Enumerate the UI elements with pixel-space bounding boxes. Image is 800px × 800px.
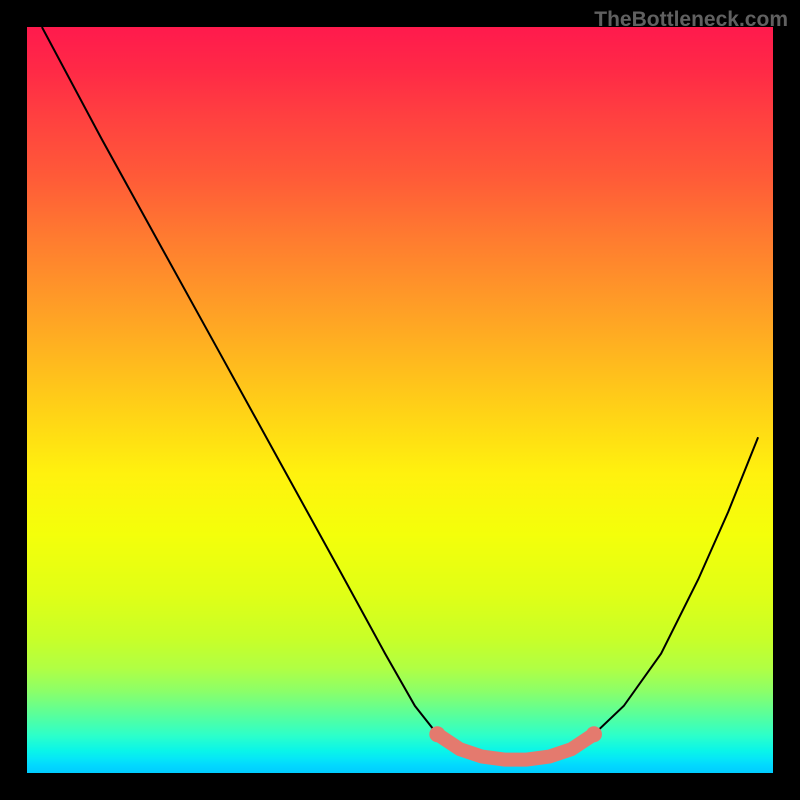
plot-area	[27, 27, 773, 773]
chart-container: TheBottleneck.com	[0, 0, 800, 800]
watermark-text: TheBottleneck.com	[594, 8, 788, 32]
curve-line	[42, 27, 758, 760]
chart-svg	[27, 27, 773, 773]
bottom-band	[429, 726, 602, 759]
